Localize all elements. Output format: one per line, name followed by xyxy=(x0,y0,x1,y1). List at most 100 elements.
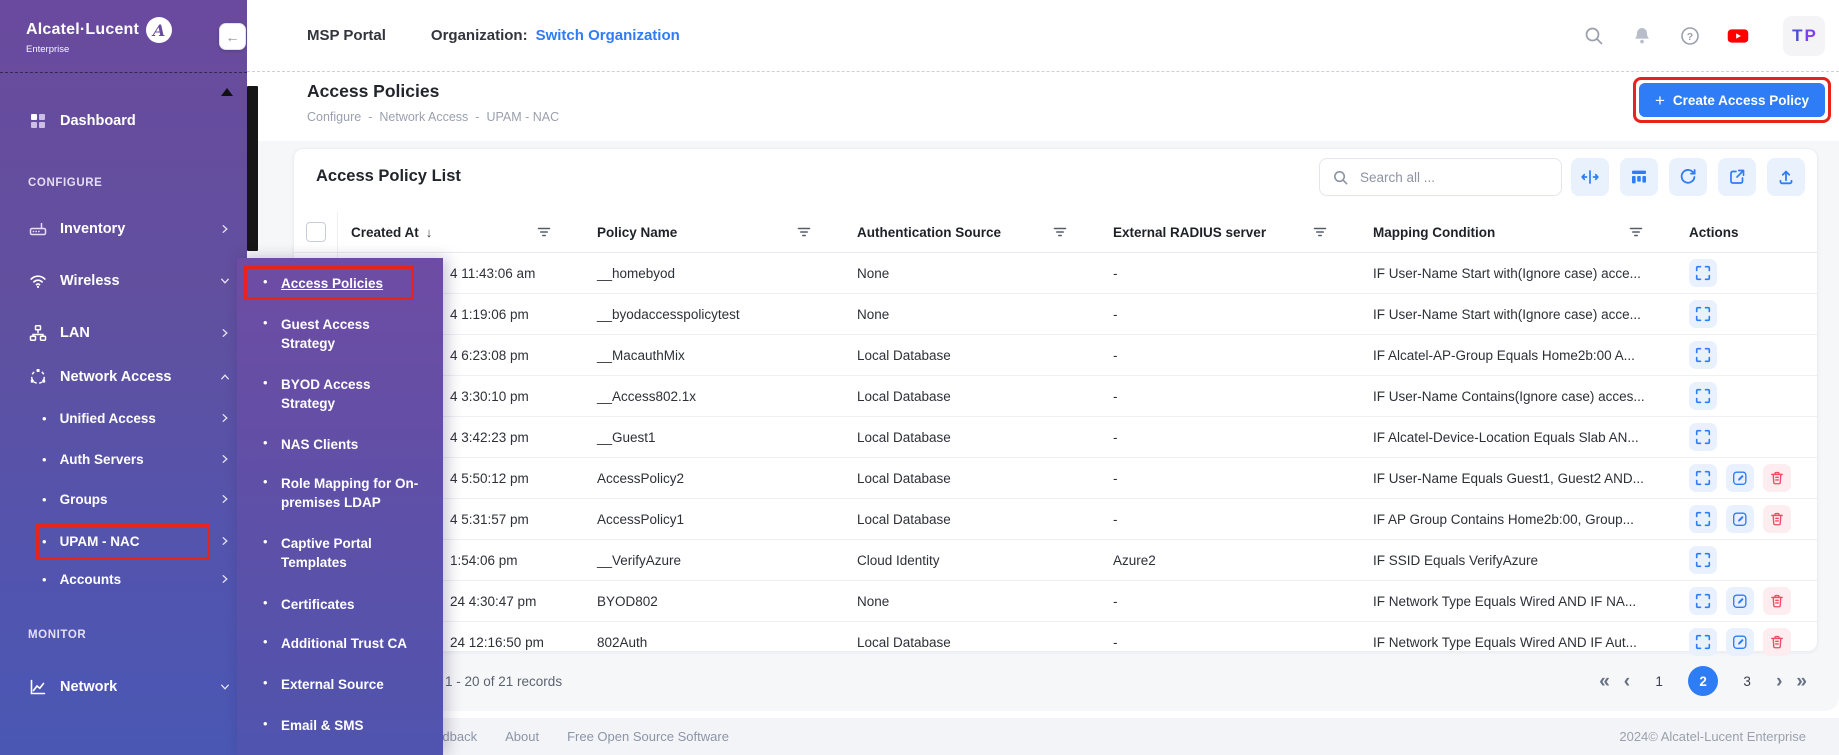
expand-action-button[interactable] xyxy=(1689,505,1717,533)
actions-cell xyxy=(1676,259,1817,287)
breadcrumb-item-configure[interactable]: Configure xyxy=(307,110,361,124)
sidebar-item-network-access[interactable]: Network Access xyxy=(0,359,247,395)
search-icon xyxy=(1332,169,1349,186)
sidebar-item-lan[interactable]: LAN xyxy=(0,315,247,351)
column-header-text: Created At xyxy=(351,225,419,240)
sidebar-item-label: LAN xyxy=(60,325,90,341)
mapping-condition-cell: IF SSID Equals VerifyAzure xyxy=(1360,553,1676,568)
expand-action-button[interactable] xyxy=(1689,587,1717,615)
fit-columns-button[interactable] xyxy=(1571,158,1609,196)
pagination-page-3[interactable]: 3 xyxy=(1732,666,1762,696)
edit-action-button[interactable] xyxy=(1726,505,1754,533)
sidebar-item-inventory[interactable]: Inventory xyxy=(0,211,247,247)
filter-icon[interactable] xyxy=(796,224,812,240)
flyout-item-byod-access-strategy[interactable]: •BYOD Access Strategy xyxy=(237,375,443,413)
sidebar-collapse-button[interactable]: ← xyxy=(219,23,246,50)
records-count: 1 - 20 of 21 records xyxy=(445,674,562,689)
sidebar-item-label: Auth Servers xyxy=(60,452,144,467)
inventory-icon xyxy=(28,219,48,239)
sidebar-scrollbar[interactable] xyxy=(247,86,258,251)
content-panel: Access Policy List Created At↓Policy Nam… xyxy=(247,141,1839,711)
expand-action-button[interactable] xyxy=(1689,259,1717,287)
flyout-item-captive-portal-templates[interactable]: •Captive Portal Templates xyxy=(237,534,443,572)
sidebar-scroll-up-icon[interactable] xyxy=(221,88,233,96)
expand-action-button[interactable] xyxy=(1689,341,1717,369)
radius-server-cell: - xyxy=(1100,389,1360,404)
delete-action-button[interactable] xyxy=(1763,587,1791,615)
flyout-item-role-mapping-for-on-premises-ldap[interactable]: •Role Mapping for On-premises LDAP xyxy=(237,474,443,512)
expand-action-button[interactable] xyxy=(1689,300,1717,328)
network-monitor-icon xyxy=(28,677,48,697)
flyout-item-external-source[interactable]: •External Source xyxy=(237,675,443,694)
breadcrumb-item-network-access[interactable]: Network Access xyxy=(379,110,468,124)
switch-organization-link[interactable]: Switch Organization xyxy=(536,27,680,44)
flyout-item-additional-trust-ca[interactable]: •Additional Trust CA xyxy=(237,634,443,653)
expand-action-button[interactable] xyxy=(1689,628,1717,656)
table-row: 4 3:42:23 pm__Guest1Local Database-IF Al… xyxy=(294,417,1817,458)
filter-icon[interactable] xyxy=(1312,224,1328,240)
help-icon[interactable]: ? xyxy=(1679,25,1701,47)
sidebar-section-monitor: MONITOR xyxy=(28,629,86,645)
flyout-item-certificates[interactable]: •Certificates xyxy=(237,595,443,614)
filter-icon[interactable] xyxy=(1628,224,1644,240)
edit-action-button[interactable] xyxy=(1726,587,1754,615)
pagination-page-2[interactable]: 2 xyxy=(1688,666,1718,696)
export-button[interactable] xyxy=(1718,158,1756,196)
bell-icon[interactable] xyxy=(1631,25,1653,47)
create-access-policy-button[interactable]: + Create Access Policy xyxy=(1639,83,1825,117)
user-avatar[interactable]: T P xyxy=(1783,16,1825,56)
table-row: 4 6:23:08 pm__MacauthMixLocal Database-I… xyxy=(294,335,1817,376)
pagination-first-button[interactable]: « xyxy=(1599,672,1610,691)
sidebar-item-dashboard[interactable]: Dashboard xyxy=(0,103,247,139)
select-all-checkbox[interactable] xyxy=(306,222,326,242)
columns-button[interactable] xyxy=(1620,158,1658,196)
delete-action-button[interactable] xyxy=(1763,628,1791,656)
expand-action-button[interactable] xyxy=(1689,546,1717,574)
sidebar-item-unified-access[interactable]: •Unified Access xyxy=(0,402,247,434)
filter-icon[interactable] xyxy=(536,224,552,240)
refresh-button[interactable] xyxy=(1669,158,1707,196)
sidebar-item-auth-servers[interactable]: •Auth Servers xyxy=(0,443,247,475)
search-icon[interactable] xyxy=(1583,25,1605,47)
pagination-last-button[interactable]: » xyxy=(1796,672,1807,691)
filter-icon[interactable] xyxy=(1052,224,1068,240)
edit-action-button[interactable] xyxy=(1726,628,1754,656)
search-input[interactable] xyxy=(1358,169,1542,186)
table-row: 24 4:30:47 pmBYOD802None-IF Network Type… xyxy=(294,581,1817,622)
pagination-prev-button[interactable]: ‹ xyxy=(1624,672,1630,691)
topbar-actions: ? T P xyxy=(1583,16,1825,56)
actions-cell xyxy=(1676,300,1817,328)
expand-action-button[interactable] xyxy=(1689,464,1717,492)
delete-action-button[interactable] xyxy=(1763,505,1791,533)
annotation-upam-nac xyxy=(36,524,210,560)
flyout-item-guest-access-strategy[interactable]: •Guest Access Strategy xyxy=(237,315,443,353)
brand-logo: Alcatel·Lucent A Enterprise xyxy=(26,17,172,55)
footer-link-free-open-source-software[interactable]: Free Open Source Software xyxy=(567,729,729,744)
sidebar-item-network[interactable]: Network xyxy=(0,669,247,705)
footer-link-about[interactable]: About xyxy=(505,729,539,744)
sidebar-item-accounts[interactable]: •Accounts xyxy=(0,563,247,595)
upload-button[interactable] xyxy=(1767,158,1805,196)
flyout-item-email-sms[interactable]: •Email & SMS xyxy=(237,716,443,735)
pagination-next-button[interactable]: › xyxy=(1776,672,1782,691)
column-header-policy-name: Policy Name xyxy=(584,224,844,240)
sidebar-item-wireless[interactable]: Wireless xyxy=(0,263,247,299)
upam-nac-flyout-menu: •Access Policies•Guest Access Strategy•B… xyxy=(237,258,443,755)
bullet-icon: • xyxy=(263,315,273,353)
youtube-icon[interactable] xyxy=(1727,25,1757,47)
annotation-create-button: + Create Access Policy xyxy=(1633,77,1831,123)
expand-action-button[interactable] xyxy=(1689,382,1717,410)
flyout-item-nas-clients[interactable]: •NAS Clients xyxy=(237,435,443,454)
expand-action-button[interactable] xyxy=(1689,423,1717,451)
policy-name-cell: __MacauthMix xyxy=(584,348,844,363)
delete-action-button[interactable] xyxy=(1763,464,1791,492)
breadcrumb-item-upam-nac[interactable]: UPAM - NAC xyxy=(486,110,559,124)
sidebar-item-groups[interactable]: •Groups xyxy=(0,483,247,515)
pagination-page-1[interactable]: 1 xyxy=(1644,666,1674,696)
auth-source-cell: Local Database xyxy=(844,430,1100,445)
actions-cell xyxy=(1676,341,1817,369)
edit-action-button[interactable] xyxy=(1726,464,1754,492)
sort-desc-icon[interactable]: ↓ xyxy=(426,225,433,240)
chevron-down-icon xyxy=(219,681,231,693)
bullet-icon: • xyxy=(263,595,273,614)
